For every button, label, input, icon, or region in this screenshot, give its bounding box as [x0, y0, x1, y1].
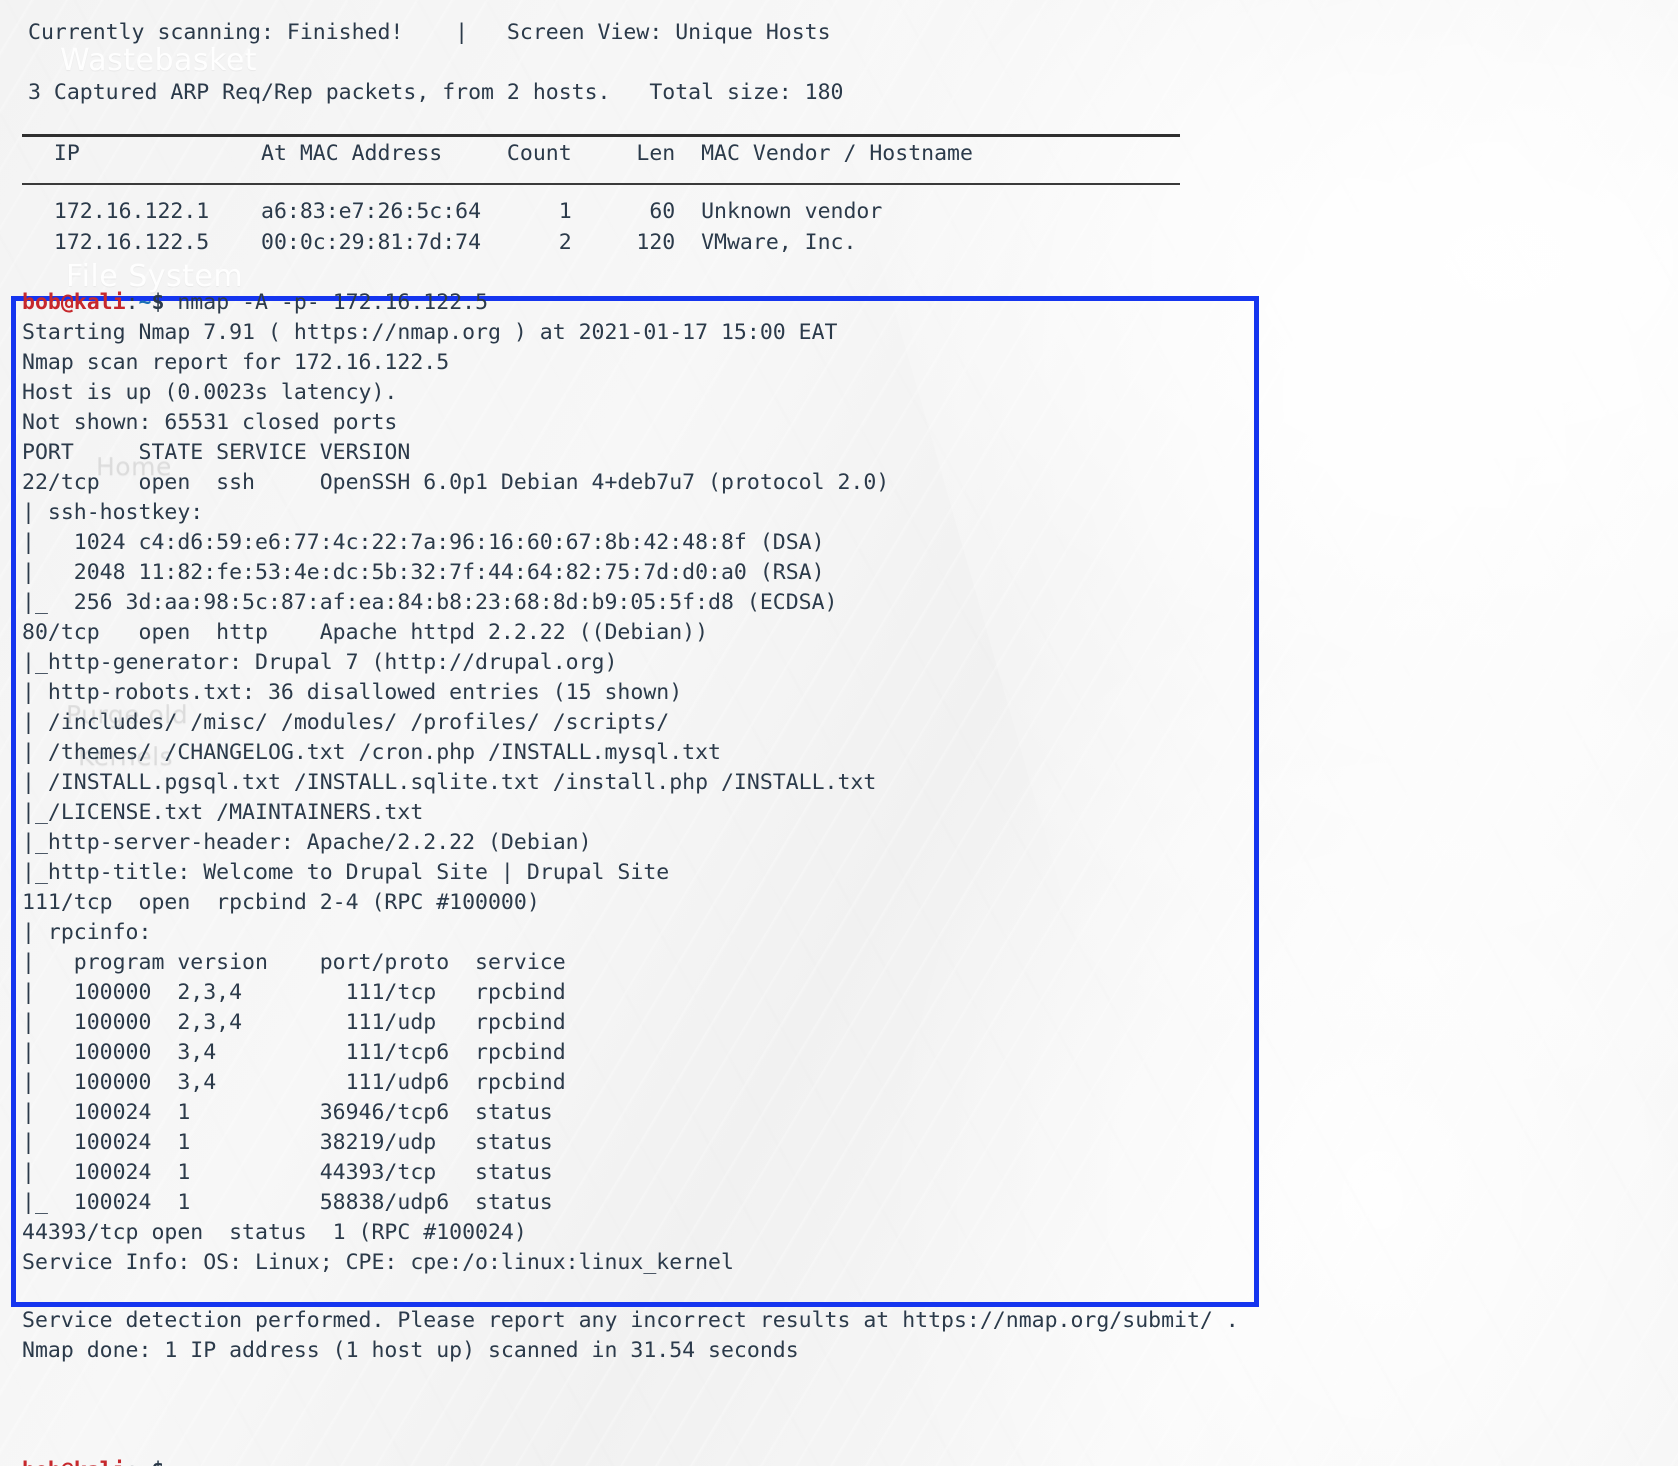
- netdiscover-table-header: IP At MAC Address Count Len MAC Vendor /…: [28, 141, 973, 166]
- output-line: | /INSTALL.pgsql.txt /INSTALL.sqlite.txt…: [22, 770, 877, 795]
- output-line-hostkey: |_ 256 3d:aa:98:5c:87:af:ea:84:b8:23:68:…: [22, 590, 838, 615]
- next-shell-prompt[interactable]: bob@kali:~$: [22, 1456, 164, 1466]
- output-line: Host is up (0.0023s latency).: [22, 380, 398, 405]
- prompt-path: ~: [139, 1458, 152, 1466]
- output-line: |_http-server-header: Apache/2.2.22 (Deb…: [22, 830, 592, 855]
- output-line: |_http-generator: Drupal 7 (http://drupa…: [22, 650, 618, 675]
- shell-prompt-line[interactable]: bob@kali:~$ nmap -A -p- 172.16.122.5: [22, 288, 488, 318]
- output-line-port-header: PORT STATE SERVICE VERSION: [22, 440, 411, 465]
- output-line-port-22: 22/tcp open ssh OpenSSH 6.0p1 Debian 4+d…: [22, 470, 890, 495]
- footer-service-detection: Service detection performed. Please repo…: [22, 1308, 1239, 1333]
- rpcinfo-row: | 100000 3,4 111/tcp6 rpcbind: [22, 1040, 566, 1065]
- prompt-dollar: $: [151, 290, 165, 315]
- output-line-hostkey: | 1024 c4:d6:59:e6:77:4c:22:7a:96:16:60:…: [22, 530, 825, 555]
- netdiscover-status-line: Currently scanning: Finished! | Screen V…: [28, 20, 831, 45]
- output-line: | http-robots.txt: 36 disallowed entries…: [22, 680, 683, 705]
- output-line-service-info: Service Info: OS: Linux; CPE: cpe:/o:lin…: [22, 1250, 734, 1275]
- output-line: |_http-title: Welcome to Drupal Site | D…: [22, 860, 670, 885]
- output-line: |_/LICENSE.txt /MAINTAINERS.txt: [22, 800, 424, 825]
- prompt-path: ~: [138, 290, 152, 315]
- output-line-port-80: 80/tcp open http Apache httpd 2.2.22 ((D…: [22, 620, 709, 645]
- output-line: | ssh-hostkey:: [22, 500, 204, 525]
- prompt-user-host: bob@kali: [22, 290, 126, 315]
- rpcinfo-row: | 100024 1 38219/udp status: [22, 1130, 553, 1155]
- output-line: | rpcinfo:: [22, 920, 152, 945]
- rpcinfo-row: | 100024 1 36946/tcp6 status: [22, 1100, 553, 1125]
- rpcinfo-row: | 100000 2,3,4 111/tcp rpcbind: [22, 980, 566, 1005]
- rpcinfo-table-header: | program version port/proto service: [22, 950, 566, 975]
- desktop-screen: Wastebasket File System Home Purge old K…: [0, 0, 1678, 1466]
- terminal-output[interactable]: Currently scanning: Finished! | Screen V…: [0, 0, 1678, 1466]
- prompt-colon: :: [125, 290, 139, 315]
- prompt-user-host: bob@kali: [22, 1458, 126, 1466]
- rpcinfo-row: | 100000 3,4 111/udp6 rpcbind: [22, 1070, 566, 1095]
- table-rule-bottom: [22, 183, 1180, 185]
- output-line-hostkey: | 2048 11:82:fe:53:4e:dc:5b:32:7f:44:64:…: [22, 560, 825, 585]
- output-line: Nmap scan report for 172.16.122.5: [22, 350, 450, 375]
- rpcinfo-row: | 100024 1 44393/tcp status: [22, 1160, 553, 1185]
- output-line: Not shown: 65531 closed ports: [22, 410, 398, 435]
- table-row: 172.16.122.1 a6:83:e7:26:5c:64 1 60 Unkn…: [28, 199, 883, 224]
- output-line: | /includes/ /misc/ /modules/ /profiles/…: [22, 710, 670, 735]
- table-row: 172.16.122.5 00:0c:29:81:7d:74 2 120 VMw…: [28, 230, 857, 255]
- output-line-port-44393: 44393/tcp open status 1 (RPC #100024): [22, 1220, 527, 1245]
- output-line: Starting Nmap 7.91 ( https://nmap.org ) …: [22, 320, 838, 345]
- shell-command-input[interactable]: nmap -A -p- 172.16.122.5: [164, 290, 488, 315]
- output-line-port-111: 111/tcp open rpcbind 2-4 (RPC #100000): [22, 890, 540, 915]
- output-line: | /themes/ /CHANGELOG.txt /cron.php /INS…: [22, 740, 721, 765]
- table-rule-top: [22, 134, 1180, 137]
- rpcinfo-row: |_ 100024 1 58838/udp6 status: [22, 1190, 553, 1215]
- footer-nmap-done: Nmap done: 1 IP address (1 host up) scan…: [22, 1338, 799, 1363]
- rpcinfo-row: | 100000 2,3,4 111/udp rpcbind: [22, 1010, 566, 1035]
- prompt-dollar: $: [151, 1458, 164, 1466]
- prompt-colon: :: [126, 1458, 139, 1466]
- netdiscover-summary-line: 3 Captured ARP Req/Rep packets, from 2 h…: [28, 80, 844, 105]
